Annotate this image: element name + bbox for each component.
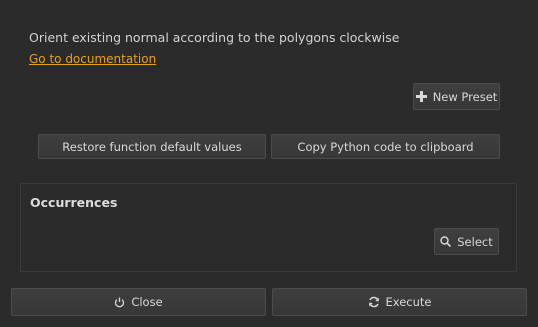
close-label: Close [131,295,163,309]
select-label: Select [457,234,493,249]
function-panel: Orient existing normal according to the … [0,0,538,327]
documentation-link[interactable]: Go to documentation [29,52,156,66]
power-icon [114,297,125,308]
occurrences-title: Occurrences [30,195,118,210]
execute-button[interactable]: Execute [272,288,527,316]
plus-icon [415,91,427,102]
restore-defaults-button[interactable]: Restore function default values [38,134,266,159]
execute-label: Execute [385,295,432,309]
close-button[interactable]: Close [11,288,266,316]
copy-python-button[interactable]: Copy Python code to clipboard [271,134,500,159]
restore-defaults-label: Restore function default values [62,139,242,154]
new-preset-button[interactable]: New Preset [413,83,500,110]
new-preset-label: New Preset [432,89,498,104]
search-icon [440,236,452,247]
function-description: Orient existing normal according to the … [29,30,400,45]
refresh-icon [368,296,380,308]
select-button[interactable]: Select [434,228,499,255]
copy-python-label: Copy Python code to clipboard [297,139,474,154]
occurrences-panel: Occurrences Select [20,183,517,272]
